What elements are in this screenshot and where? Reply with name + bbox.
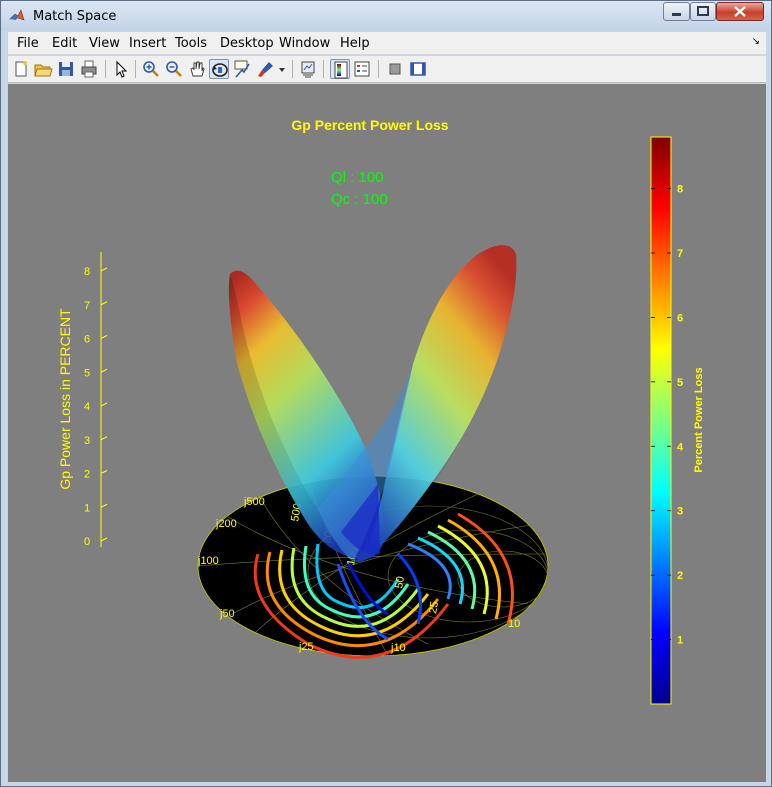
colorbar-tick-label: 5 — [677, 377, 683, 389]
toolbar-separator — [292, 60, 293, 78]
smith-label: 10 — [508, 618, 520, 630]
plot-area[interactable]: Gp Percent Power Loss Ql : 100 Qc : 100 … — [8, 84, 766, 782]
figure-window: Match Space File Edit View Insert Tools … — [0, 0, 772, 787]
figure-canvas[interactable]: Gp Percent Power Loss Ql : 100 Qc : 100 … — [8, 84, 766, 782]
z-axis-tick — [100, 301, 108, 306]
smith-label: j100 — [197, 555, 219, 567]
colorbar-tick-label: 2 — [677, 570, 683, 582]
menu-window[interactable]: Window — [279, 36, 330, 51]
menu-dock-arrow-icon[interactable]: ↘ — [752, 36, 760, 47]
menu-view[interactable]: View — [89, 36, 120, 51]
z-axis-label: Gp Power Loss in PERCENT — [57, 308, 73, 490]
z-axis-tick-label: 0 — [84, 536, 90, 548]
z-axis-tick-label: 5 — [84, 367, 90, 379]
zoom-in-icon[interactable] — [141, 59, 161, 79]
z-axis-tick-label: 7 — [84, 300, 90, 312]
link-plot-icon[interactable] — [298, 59, 318, 79]
smith-label: j200 — [215, 518, 237, 530]
z-axis-tick-label: 3 — [84, 435, 90, 447]
smith-label: j10 — [390, 642, 406, 654]
insert-colorbar-icon[interactable] — [330, 59, 350, 79]
z-axis-tick-label: 8 — [84, 266, 90, 278]
minimize-button[interactable] — [663, 2, 690, 21]
smith-label: j25 — [298, 641, 314, 653]
matlab-logo-icon — [9, 8, 25, 24]
colorbar-tick-label: 7 — [677, 248, 683, 260]
z-axis-tick — [100, 503, 108, 508]
insert-legend-icon[interactable] — [352, 59, 372, 79]
show-plot-tools-icon[interactable] — [408, 59, 428, 79]
annotation-ql: Ql : 100 — [331, 169, 384, 186]
colorbar[interactable]: 1 2 3 4 5 6 7 8 — [650, 136, 684, 705]
smith-label: 50 — [393, 575, 407, 589]
z-axis: 0 1 2 3 4 5 6 7 8 — [84, 252, 108, 548]
menu-help[interactable]: Help — [340, 36, 370, 51]
z-axis-tick — [100, 470, 108, 474]
close-button[interactable] — [716, 2, 764, 21]
z-axis-tick — [100, 436, 108, 441]
annotation-qc: Qc : 100 — [331, 191, 388, 208]
zoom-out-icon[interactable] — [164, 59, 184, 79]
brush-dropdown-icon[interactable] — [277, 59, 287, 79]
colorbar-tick-label: 1 — [677, 635, 683, 647]
menu-bar: File Edit View Insert Tools Desktop Wind… — [8, 32, 766, 55]
pan-icon[interactable] — [187, 59, 207, 79]
toolbar-separator — [105, 60, 106, 78]
toolbar-separator — [378, 60, 379, 78]
colorbar-tick-label: 3 — [677, 506, 683, 518]
toolbar-separator — [323, 60, 324, 78]
save-figure-icon[interactable] — [56, 59, 76, 79]
hide-plot-tools-icon[interactable] — [385, 59, 405, 79]
edit-plot-icon[interactable] — [111, 59, 131, 79]
open-file-icon[interactable] — [33, 59, 53, 79]
z-axis-tick — [100, 368, 108, 373]
new-figure-icon[interactable] — [11, 59, 31, 79]
menu-desktop[interactable]: Desktop — [220, 36, 274, 51]
colorbar-tick-label: 8 — [677, 184, 683, 196]
smith-label: j500 — [243, 496, 265, 508]
smith-label: j50 — [219, 608, 235, 620]
z-axis-tick-label: 2 — [84, 469, 90, 481]
z-axis-tick — [100, 537, 108, 542]
data-cursor-icon[interactable] — [232, 59, 252, 79]
figure-toolbar — [8, 56, 766, 83]
brush-icon[interactable] — [256, 59, 276, 79]
z-axis-tick-label: 6 — [84, 334, 90, 346]
z-axis-tick-label: 1 — [84, 502, 90, 514]
colorbar-tick-label: 6 — [677, 312, 683, 324]
toolbar-separator — [135, 60, 136, 78]
z-axis-tick — [100, 335, 108, 339]
window-title: Match Space — [33, 9, 117, 24]
print-figure-icon[interactable] — [79, 59, 99, 79]
menu-edit[interactable]: Edit — [52, 36, 77, 51]
maximize-button[interactable] — [690, 2, 716, 21]
menu-insert[interactable]: Insert — [129, 36, 166, 51]
colorbar-label: Percent Power Loss — [693, 367, 705, 472]
rotate-3d-icon[interactable] — [209, 59, 229, 79]
z-axis-tick-label: 4 — [84, 401, 90, 413]
figure-title: Gp Percent Power Loss — [291, 117, 448, 133]
menu-file[interactable]: File — [17, 36, 39, 51]
z-axis-tick — [100, 402, 108, 407]
smith-label: 25 — [427, 600, 441, 614]
title-bar: Match Space — [1, 1, 771, 31]
colorbar-tick-label: 4 — [677, 441, 684, 453]
z-axis-tick — [100, 267, 108, 272]
menu-tools[interactable]: Tools — [175, 36, 207, 51]
